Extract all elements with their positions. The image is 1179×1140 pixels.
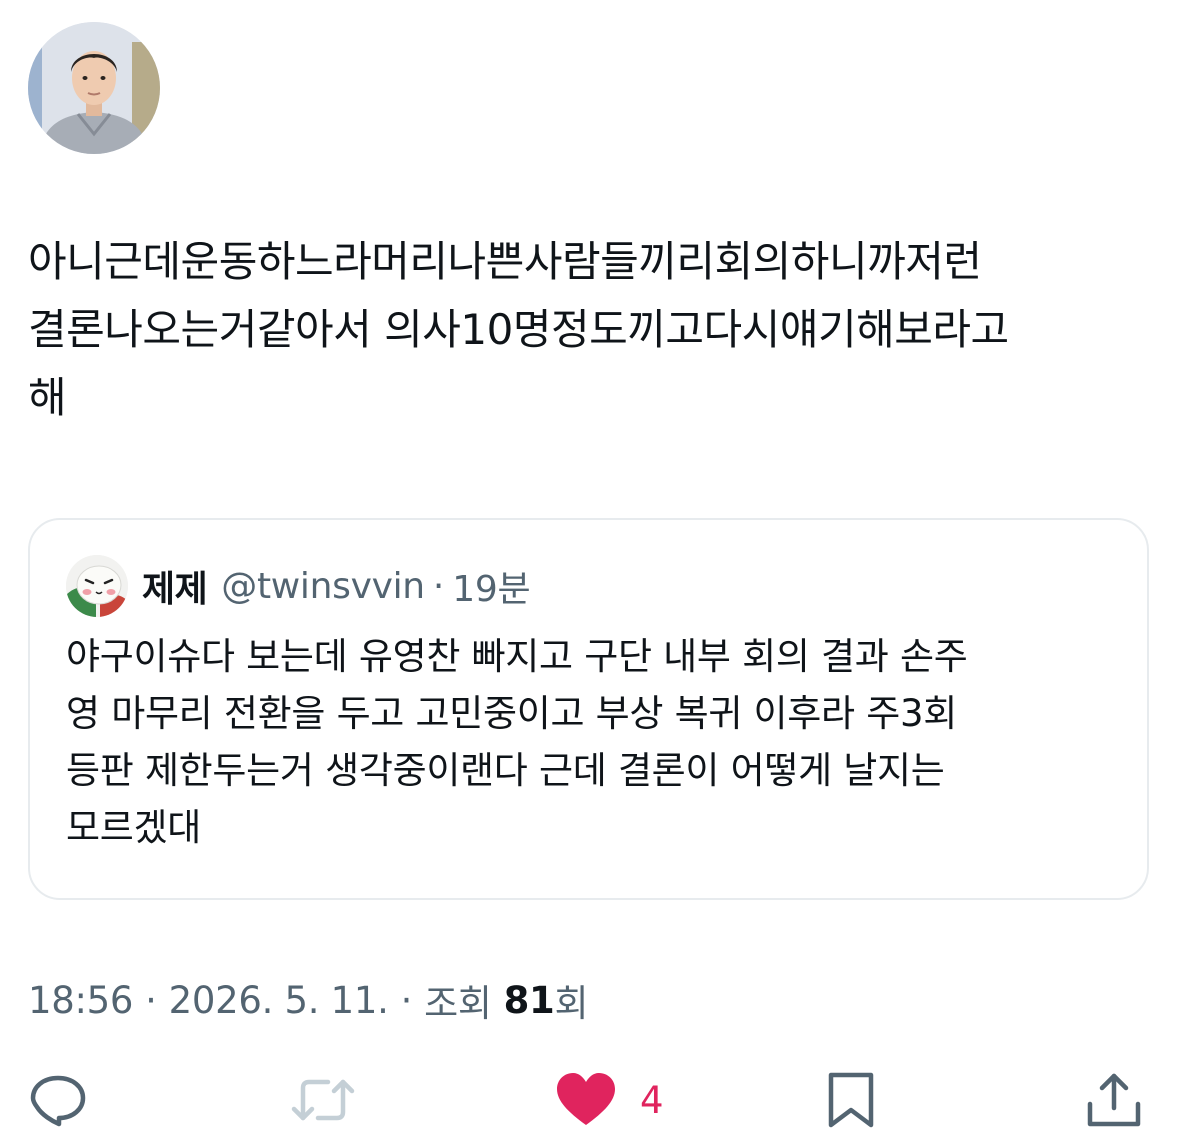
tweet-text: 아니근데운동하느라머리나쁜사람들끼리회의하니까저런 결론나오는거같아서 의사10… bbox=[28, 237, 1009, 422]
meta-separator: · bbox=[145, 978, 157, 1022]
bookmark-button[interactable] bbox=[824, 1068, 878, 1132]
reply-icon bbox=[30, 1075, 86, 1127]
tweet-meta: 18:56 · 2026. 5. 11. · 조회 81 회 bbox=[28, 972, 589, 1028]
tweet-date[interactable]: 2026. 5. 11. bbox=[169, 979, 389, 1022]
character-avatar-icon bbox=[66, 555, 128, 617]
quoted-tweet-card[interactable]: 제제 @twinsvvin · 19분 야구이슈다 보는데 유영찬 빠지고 구단… bbox=[28, 518, 1149, 900]
quote-author-name[interactable]: 제제 bbox=[142, 560, 208, 612]
retweet-icon bbox=[291, 1079, 355, 1121]
quote-author-handle[interactable]: @twinsvvin bbox=[221, 566, 425, 607]
like-count: 4 bbox=[640, 1078, 664, 1122]
heart-filled-icon bbox=[557, 1073, 615, 1125]
quoted-tweet-header: 제제 @twinsvvin · 19분 bbox=[66, 554, 531, 618]
share-button[interactable] bbox=[1084, 1068, 1144, 1132]
tweet-time[interactable]: 18:56 bbox=[28, 979, 133, 1022]
views-suffix: 회 bbox=[554, 982, 589, 1025]
reply-button[interactable] bbox=[28, 1068, 88, 1132]
quote-avatar bbox=[66, 555, 128, 617]
author-avatar[interactable] bbox=[28, 22, 160, 154]
quote-separator: · bbox=[432, 565, 445, 607]
meta-separator: · bbox=[400, 978, 413, 1022]
share-icon bbox=[1087, 1073, 1141, 1127]
quote-time: 19분 bbox=[452, 569, 531, 610]
retweet-button[interactable] bbox=[288, 1068, 358, 1132]
bookmark-icon bbox=[828, 1072, 874, 1128]
views-count: 81 bbox=[503, 978, 555, 1022]
profile-photo-icon bbox=[28, 22, 160, 154]
like-button[interactable]: 4 bbox=[554, 1068, 664, 1132]
quote-text: 야구이슈다 보는데 유영찬 빠지고 구단 내부 회의 결과 손주 영 마무리 전… bbox=[66, 635, 968, 849]
views-label: 조회 bbox=[424, 982, 492, 1025]
